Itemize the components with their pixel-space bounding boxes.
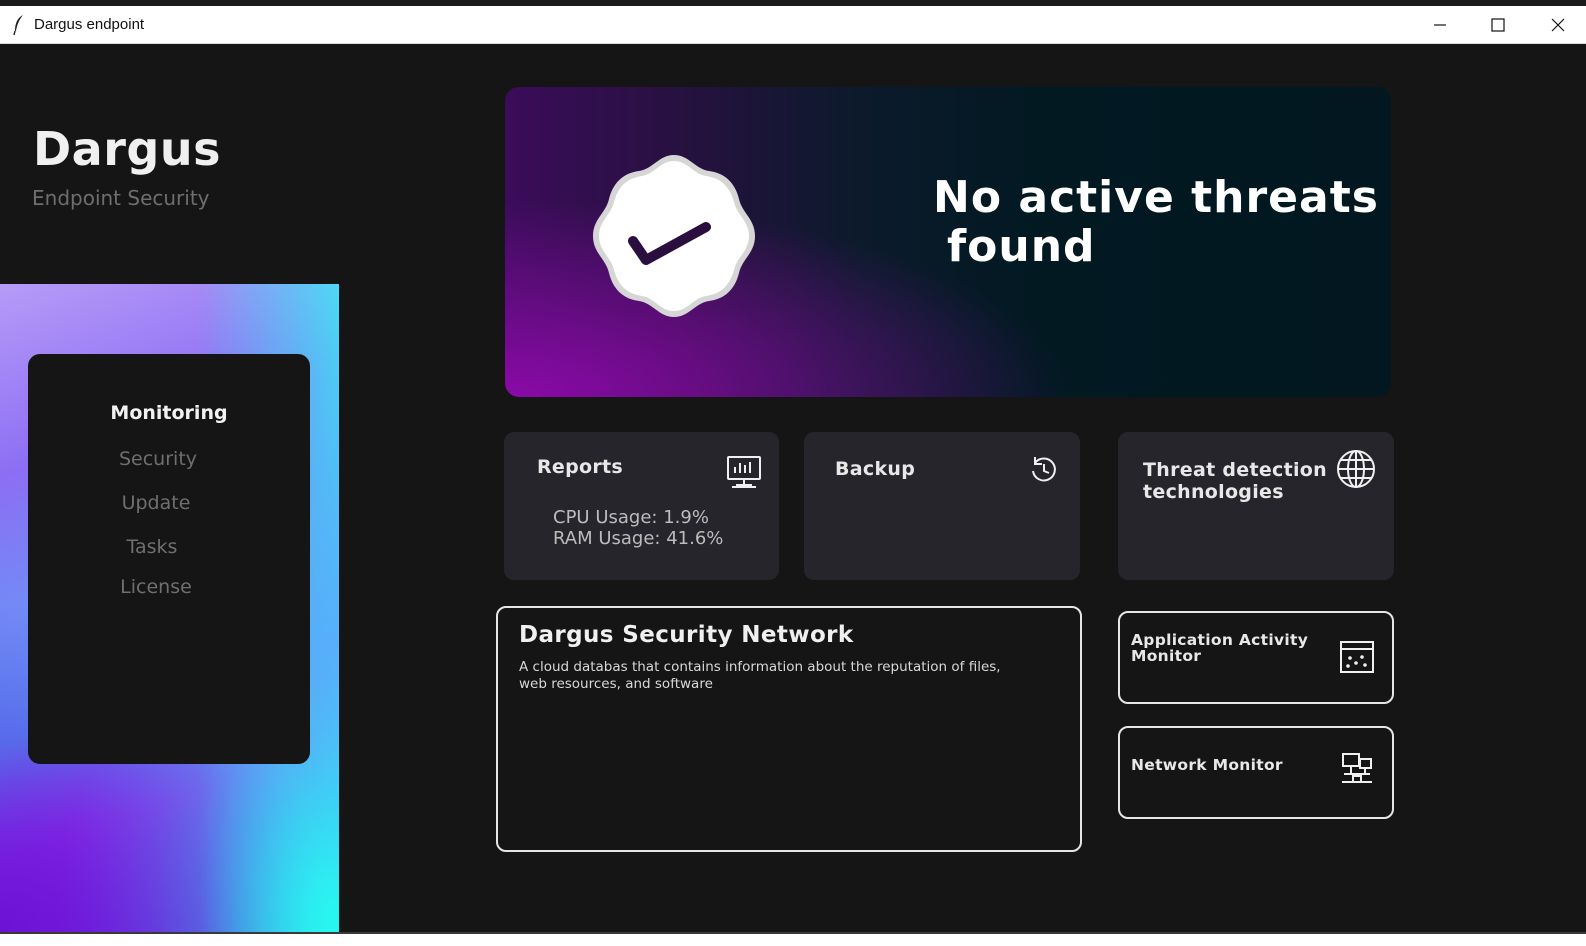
maximize-button[interactable] <box>1470 6 1526 44</box>
app-activity-title-line-1: Application Activity <box>1131 631 1309 649</box>
network-monitor-card[interactable]: Network Monitor <box>1118 726 1394 819</box>
system-usage: CPU Usage: 1.9% RAM Usage: 41.6% <box>553 507 723 549</box>
sidebar-item-license[interactable]: License <box>28 576 310 598</box>
threat-title-line-2: technologies <box>1143 481 1284 503</box>
sidebar-item-security[interactable]: Security <box>28 448 310 470</box>
feather-icon <box>13 15 23 36</box>
sidebar-item-monitoring[interactable]: Monitoring <box>28 402 310 424</box>
security-network-title: Dargus Security Network <box>519 622 854 648</box>
close-icon <box>1551 18 1565 32</box>
reports-card[interactable]: Reports CPU Usage: 1.9% RAM Usage: 41.6% <box>504 432 779 580</box>
app-window: Dargus Endpoint Security Monitoring Secu… <box>0 44 1586 934</box>
threat-title-line-1: Threat detection <box>1143 459 1327 481</box>
threat-detection-card[interactable]: Threat detection technologies <box>1118 432 1394 580</box>
ram-usage: RAM Usage: 41.6% <box>553 528 724 549</box>
network-icon <box>1342 753 1372 783</box>
minimize-button[interactable] <box>1412 6 1468 44</box>
backup-title: Backup <box>835 458 916 480</box>
window-title: Dargus endpoint <box>34 16 145 33</box>
network-monitor-title: Network Monitor <box>1131 756 1283 774</box>
status-message: No active threats found <box>933 173 1379 271</box>
status-line-1: No active threats <box>933 172 1379 223</box>
maximize-icon <box>1491 18 1505 32</box>
status-banner: No active threats found <box>505 87 1391 397</box>
status-line-2: found <box>947 221 1096 272</box>
app-activity-title-line-2: Monitor <box>1131 647 1202 665</box>
restore-icon <box>1032 457 1056 482</box>
minimize-icon <box>1434 24 1446 26</box>
app-window-icon <box>1340 641 1374 673</box>
bottom-bar <box>0 934 1586 946</box>
brand-subtitle: Endpoint Security <box>32 186 210 210</box>
sidebar-item-update[interactable]: Update <box>28 492 310 514</box>
checkmark-badge-icon <box>593 155 755 317</box>
security-network-description: A cloud databas that contains informatio… <box>519 659 1001 692</box>
close-button[interactable] <box>1530 6 1586 44</box>
threat-detection-title: Threat detection technologies <box>1143 459 1327 503</box>
sidebar-nav: Monitoring Security Update Tasks License <box>28 354 310 764</box>
reports-title: Reports <box>537 456 624 478</box>
app-activity-monitor-card[interactable]: Application Activity Monitor <box>1118 611 1394 704</box>
monitor-chart-icon <box>727 456 761 488</box>
window-titlebar: Dargus endpoint <box>0 6 1586 44</box>
globe-icon <box>1337 450 1375 488</box>
cpu-usage: CPU Usage: 1.9% <box>553 507 709 528</box>
brand-title: Dargus <box>33 122 221 176</box>
security-network-card[interactable]: Dargus Security Network A cloud databas … <box>496 606 1082 852</box>
backup-card[interactable]: Backup <box>804 432 1080 580</box>
sidebar-item-tasks[interactable]: Tasks <box>28 536 310 558</box>
app-activity-monitor-title: Application Activity Monitor <box>1131 632 1308 664</box>
